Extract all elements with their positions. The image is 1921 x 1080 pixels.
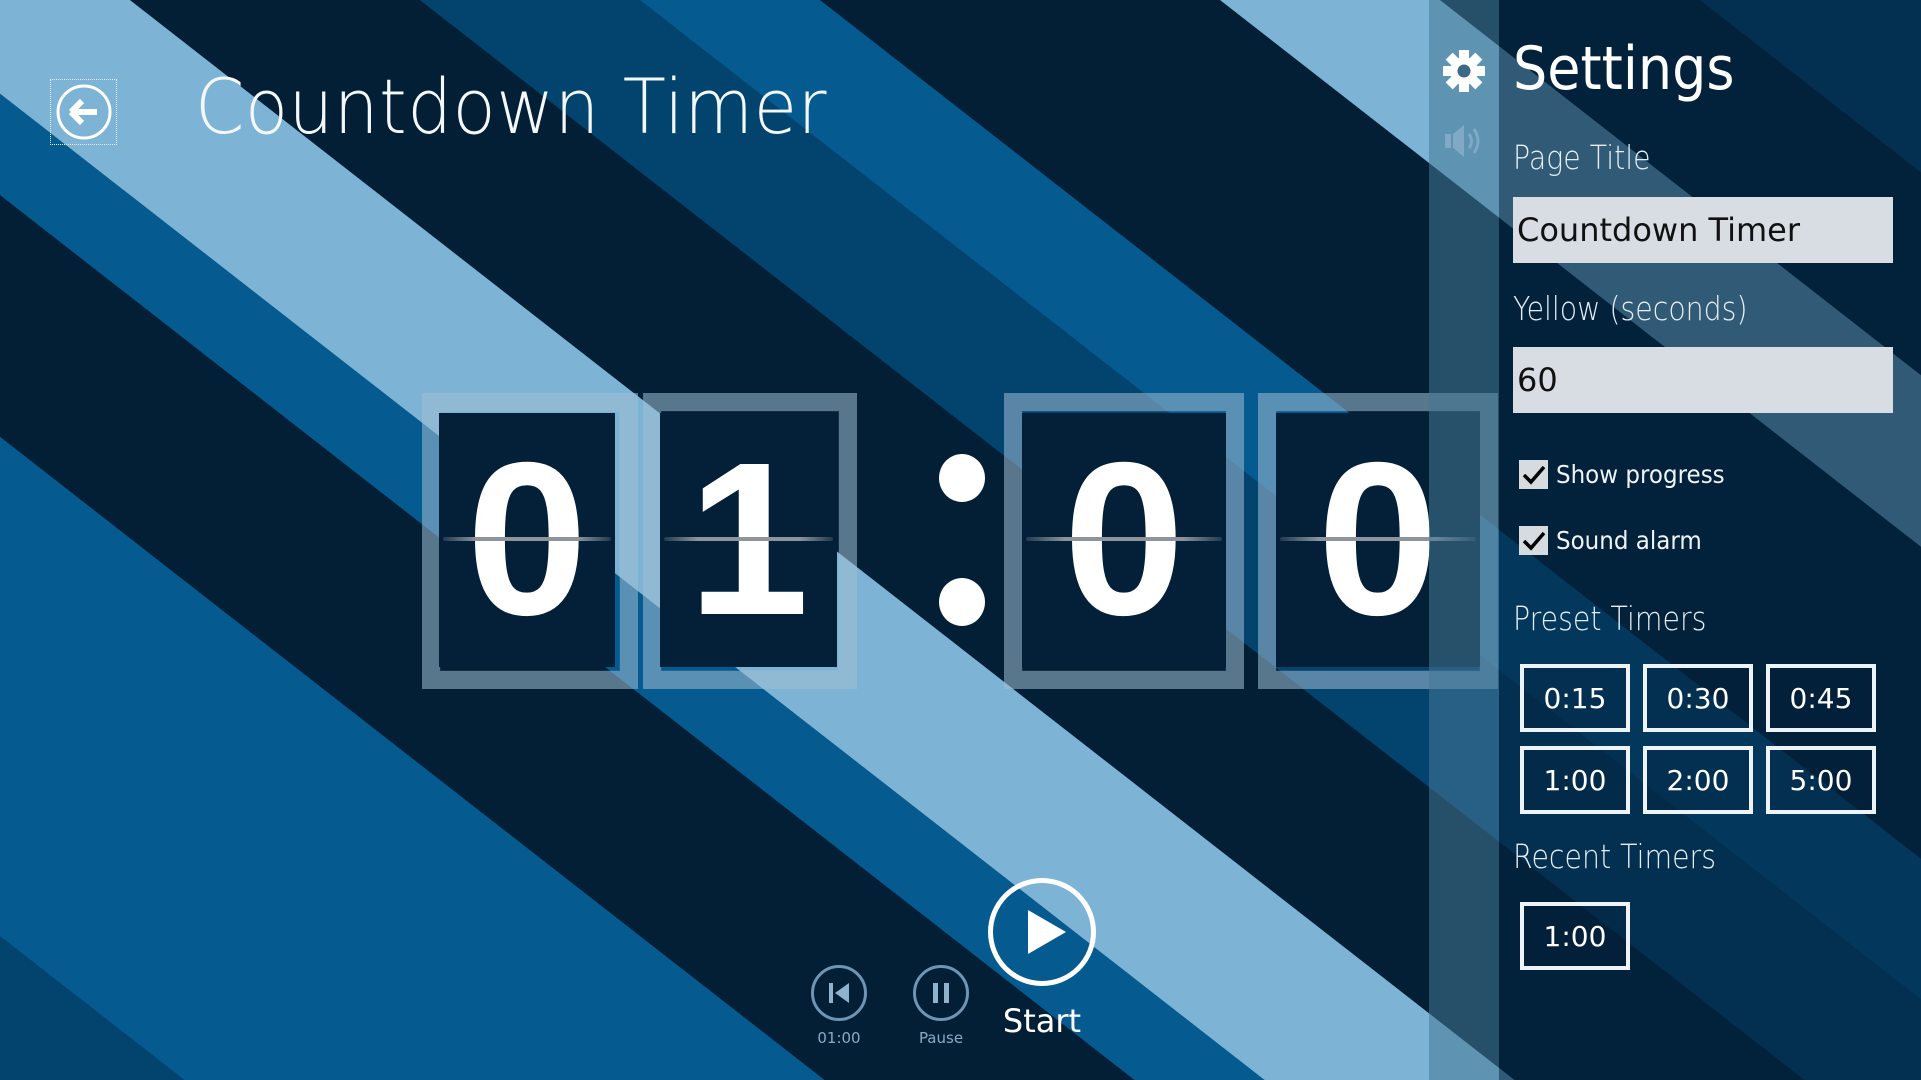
page-title-input[interactable] <box>1513 197 1893 263</box>
preset-button[interactable]: 0:45 <box>1766 664 1876 732</box>
back-button[interactable] <box>50 79 117 145</box>
sound-alarm-label: Sound alarm <box>1556 526 1702 555</box>
pause-button[interactable]: Pause <box>903 965 979 1047</box>
page-title-label: Page Title <box>1513 138 1651 177</box>
checkbox-box[interactable] <box>1519 526 1548 555</box>
settings-title: Settings <box>1513 34 1735 104</box>
preset-button[interactable]: 1:00 <box>1520 746 1630 814</box>
digit-card-minutes-ones: 1 <box>660 413 837 667</box>
preset-button[interactable]: 5:00 <box>1766 746 1876 814</box>
preset-timers-label: Preset Timers <box>1513 599 1707 638</box>
start-button[interactable]: Start <box>978 878 1106 1040</box>
show-progress-label: Show progress <box>1556 460 1725 489</box>
flip-split-line <box>664 537 833 541</box>
gear-icon <box>1443 50 1485 92</box>
yellow-seconds-label: Yellow (seconds) <box>1513 289 1748 328</box>
sound-tab[interactable] <box>1441 118 1487 164</box>
checkmark-icon <box>1522 465 1545 485</box>
checkmark-icon <box>1522 531 1545 551</box>
flip-split-line <box>1026 537 1222 541</box>
digit-card-seconds-tens: 0 <box>1022 413 1226 667</box>
preset-button[interactable]: 0:15 <box>1520 664 1630 732</box>
show-progress-checkbox[interactable]: Show progress <box>1519 460 1739 489</box>
checkbox-box[interactable] <box>1519 460 1548 489</box>
reset-ring <box>811 965 867 1021</box>
flip-split-line <box>443 537 611 541</box>
recent-timer-button[interactable]: 1:00 <box>1520 902 1630 970</box>
reset-button[interactable]: 01:00 <box>801 965 877 1047</box>
sound-alarm-checkbox[interactable]: Sound alarm <box>1519 526 1714 555</box>
settings-tab[interactable] <box>1441 48 1487 94</box>
pause-ring <box>913 965 969 1021</box>
pause-label: Pause <box>918 1029 964 1047</box>
start-ring <box>988 878 1096 986</box>
play-icon <box>1028 910 1066 954</box>
reset-label: 01:00 <box>817 1029 861 1047</box>
pause-icon <box>933 983 949 1003</box>
skip-back-icon <box>829 983 849 1003</box>
preset-button[interactable]: 2:00 <box>1643 746 1753 814</box>
speaker-icon <box>1445 125 1480 157</box>
digit-card-minutes-tens: 0 <box>439 413 615 667</box>
preset-button[interactable]: 0:30 <box>1643 664 1753 732</box>
page-title: Countdown Timer <box>195 62 828 151</box>
colon-dot-bottom <box>939 578 985 626</box>
start-label: Start <box>1002 1002 1082 1040</box>
recent-timers-label: Recent Timers <box>1513 837 1717 876</box>
yellow-seconds-input[interactable] <box>1513 347 1893 413</box>
back-arrow-circle-icon <box>56 84 111 140</box>
colon-dot-top <box>939 454 985 502</box>
